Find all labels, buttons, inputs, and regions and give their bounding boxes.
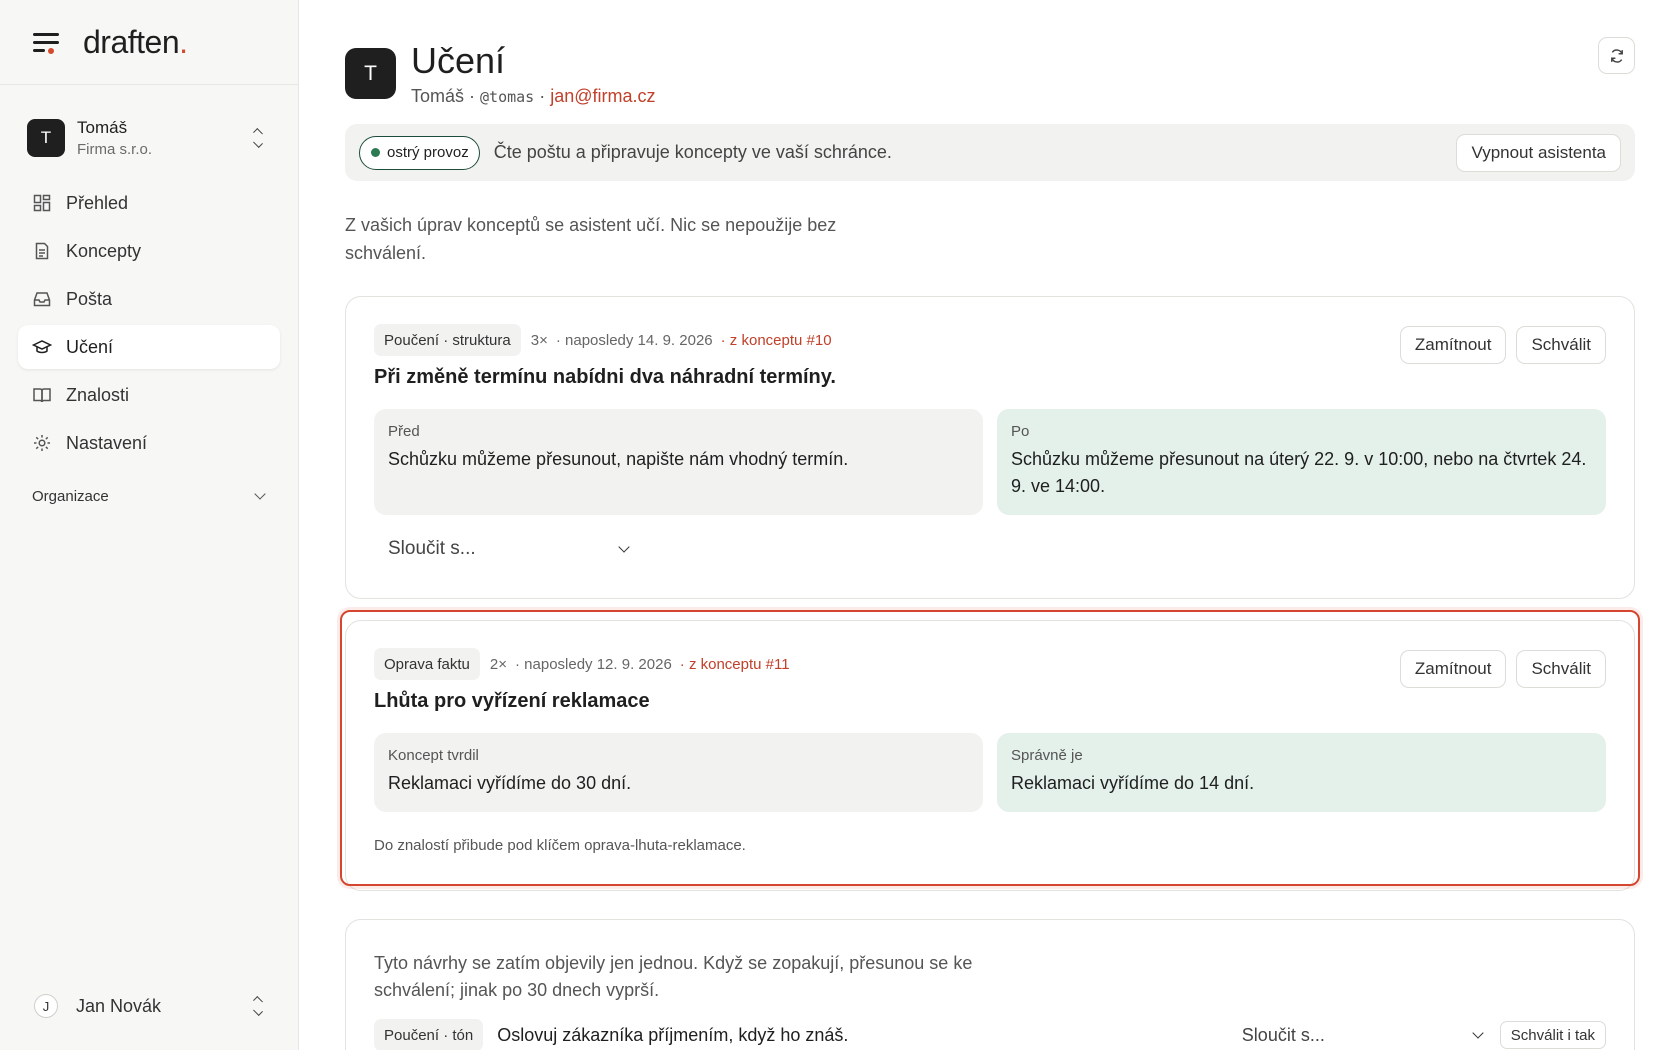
sidebar-item-koncepty[interactable]: Koncepty: [18, 229, 280, 273]
page-subtitle: Tomáš · @tomas · jan@firma.cz: [411, 86, 656, 106]
learning-card: Oprava faktu 2× · naposledy 12. 9. 2026 …: [345, 620, 1635, 891]
approve-anyway-button[interactable]: Schválit i tak: [1499, 1021, 1606, 1049]
pending-explanation: Tyto návrhy se zatím objevily jen jednou…: [374, 953, 973, 1000]
merge-select[interactable]: Sloučit s...: [388, 531, 632, 567]
chevron-updown-icon: [250, 127, 266, 149]
before-after-compare: Koncept tvrdil Reklamaci vyřídíme do 30 …: [374, 733, 1606, 812]
pending-card: Tyto návrhy se zatím objevily jen jednou…: [345, 919, 1635, 1050]
occurrence-count: 2×: [489, 655, 507, 673]
card-actions: Zamítnout Schválit: [1399, 650, 1606, 688]
lesson-tag: Oprava faktu: [374, 648, 480, 680]
sidebar-item-uceni[interactable]: Učení: [18, 325, 280, 369]
card-actions: Zamítnout Schválit: [1399, 326, 1606, 364]
after-label: Správně je: [1011, 747, 1083, 764]
after-text: Reklamaci vyřídíme do 14 dní.: [1011, 773, 1255, 793]
account-avatar: T: [27, 119, 65, 157]
before-box: Koncept tvrdil Reklamaci vyřídíme do 30 …: [374, 733, 983, 812]
sidebar-item-znalosti[interactable]: Znalosti: [18, 373, 280, 417]
sidebar-item-nastaveni[interactable]: Nastavení: [18, 421, 280, 465]
lesson-tag: Poučení · tón: [374, 1019, 484, 1050]
refresh-icon: [1610, 48, 1623, 63]
sidebar-item-label: Nastavení: [66, 432, 148, 453]
approve-button[interactable]: Schválit: [1516, 650, 1606, 688]
graduation-cap-icon: [32, 340, 52, 354]
sidebar-item-label: Znalosti: [66, 384, 130, 405]
page-header: T Učení Tomáš · @tomas · jan@firma.cz: [345, 0, 1635, 122]
document-icon: [35, 242, 49, 260]
sidebar-item-label: Přehled: [66, 192, 129, 213]
chevron-down-icon: [618, 541, 630, 553]
account-switcher[interactable]: T Tomáš Firma s.r.o.: [18, 107, 280, 169]
account-name: Tomáš: [77, 118, 128, 137]
reject-button[interactable]: Zamítnout: [1399, 326, 1507, 364]
live-dot-icon: [371, 148, 380, 157]
approve-button[interactable]: Schválit: [1516, 326, 1606, 364]
reject-button[interactable]: Zamítnout: [1399, 650, 1507, 688]
intro-text: Z vašich úprav konceptů se asistent učí.…: [345, 215, 837, 263]
before-label: Koncept tvrdil: [388, 747, 479, 764]
before-text: Reklamaci vyřídíme do 30 dní.: [388, 773, 632, 793]
organization-label: Organizace: [32, 487, 109, 505]
after-box: Po Schůzku můžeme přesunout na úterý 22.…: [997, 409, 1606, 515]
assistant-avatar: T: [345, 48, 396, 99]
pending-item: Poučení · tón Oslovuj zákazníka příjmení…: [374, 1018, 1606, 1050]
knowledge-note: Do znalostí přibude pod klíčem oprava-lh…: [374, 837, 746, 854]
grid-icon: [33, 194, 51, 212]
source-draft-link[interactable]: · z konceptu #10: [721, 332, 832, 349]
sidebar-nav: Přehled Koncepty Pošta Učení Znalosti Na…: [0, 181, 298, 465]
sidebar-item-label: Učení: [66, 336, 114, 357]
organization-toggle[interactable]: Organizace: [18, 481, 280, 511]
user-menu[interactable]: J Jan Novák: [18, 984, 280, 1028]
sidebar: draften. T Tomáš Firma s.r.o. Přehled Ko…: [0, 0, 299, 1050]
book-icon: [33, 388, 51, 403]
gear-icon: [34, 435, 50, 451]
before-label: Před: [388, 423, 420, 440]
brand-bar: draften.: [0, 0, 298, 85]
before-after-compare: Před Schůzku můžeme přesunout, napište n…: [374, 409, 1606, 515]
learning-card: Poučení · struktura 3× · naposledy 14. 9…: [345, 296, 1635, 599]
before-box: Před Schůzku můžeme přesunout, napište n…: [374, 409, 983, 515]
occurrence-count: 3×: [530, 331, 548, 349]
merge-select[interactable]: Sloučit s...: [1242, 1017, 1486, 1050]
assistant-email[interactable]: jan@firma.cz: [550, 86, 655, 106]
before-text: Schůzku můžeme přesunout, napište nám vh…: [388, 449, 849, 469]
inbox-icon: [33, 292, 51, 307]
sidebar-item-prehled[interactable]: Přehled: [18, 181, 280, 225]
last-seen: · naposledy 14. 9. 2026: [555, 331, 713, 349]
page-title: Učení: [411, 40, 506, 81]
source-draft-link[interactable]: · z konceptu #11: [680, 656, 790, 673]
sidebar-item-label: Koncepty: [66, 240, 142, 261]
sidebar-item-label: Pošta: [66, 288, 113, 309]
status-bar: ostrý provoz Čte poštu a připravuje konc…: [345, 124, 1635, 181]
logo[interactable]: draften.: [83, 24, 188, 61]
refresh-button[interactable]: [1598, 37, 1635, 74]
chevron-down-icon: [1472, 1027, 1484, 1039]
card-title: Při změně termínu nabídni dva náhradní t…: [374, 366, 836, 388]
assistant-handle: @tomas: [480, 88, 535, 106]
disable-assistant-button[interactable]: Vypnout asistenta: [1456, 133, 1621, 172]
pending-item-text: Oslovuj zákazníka příjmením, když ho zná…: [497, 1024, 849, 1045]
status-text: Čte poštu a připravuje koncepty ve vaší …: [493, 142, 892, 162]
status-badge: ostrý provoz: [359, 135, 480, 170]
user-name: Jan Novák: [76, 995, 162, 1016]
after-box: Správně je Reklamaci vyřídíme do 14 dní.: [997, 733, 1606, 812]
after-label: Po: [1011, 423, 1030, 440]
sidebar-item-posta[interactable]: Pošta: [18, 277, 280, 321]
chevron-down-icon: [254, 488, 266, 500]
main-content: T Učení Tomáš · @tomas · jan@firma.cz os…: [345, 0, 1635, 1050]
last-seen: · naposledy 12. 9. 2026: [515, 655, 672, 673]
card-title: Lhůta pro vyřízení reklamace: [374, 690, 650, 712]
assistant-name: Tomáš: [411, 86, 465, 106]
menu-icon[interactable]: [33, 30, 61, 54]
account-org: Firma s.r.o.: [77, 141, 153, 158]
lesson-tag: Poučení · struktura: [374, 324, 521, 356]
after-text: Schůzku můžeme přesunout na úterý 22. 9.…: [1011, 449, 1587, 496]
chevron-updown-icon: [250, 995, 266, 1017]
user-avatar: J: [34, 994, 58, 1018]
